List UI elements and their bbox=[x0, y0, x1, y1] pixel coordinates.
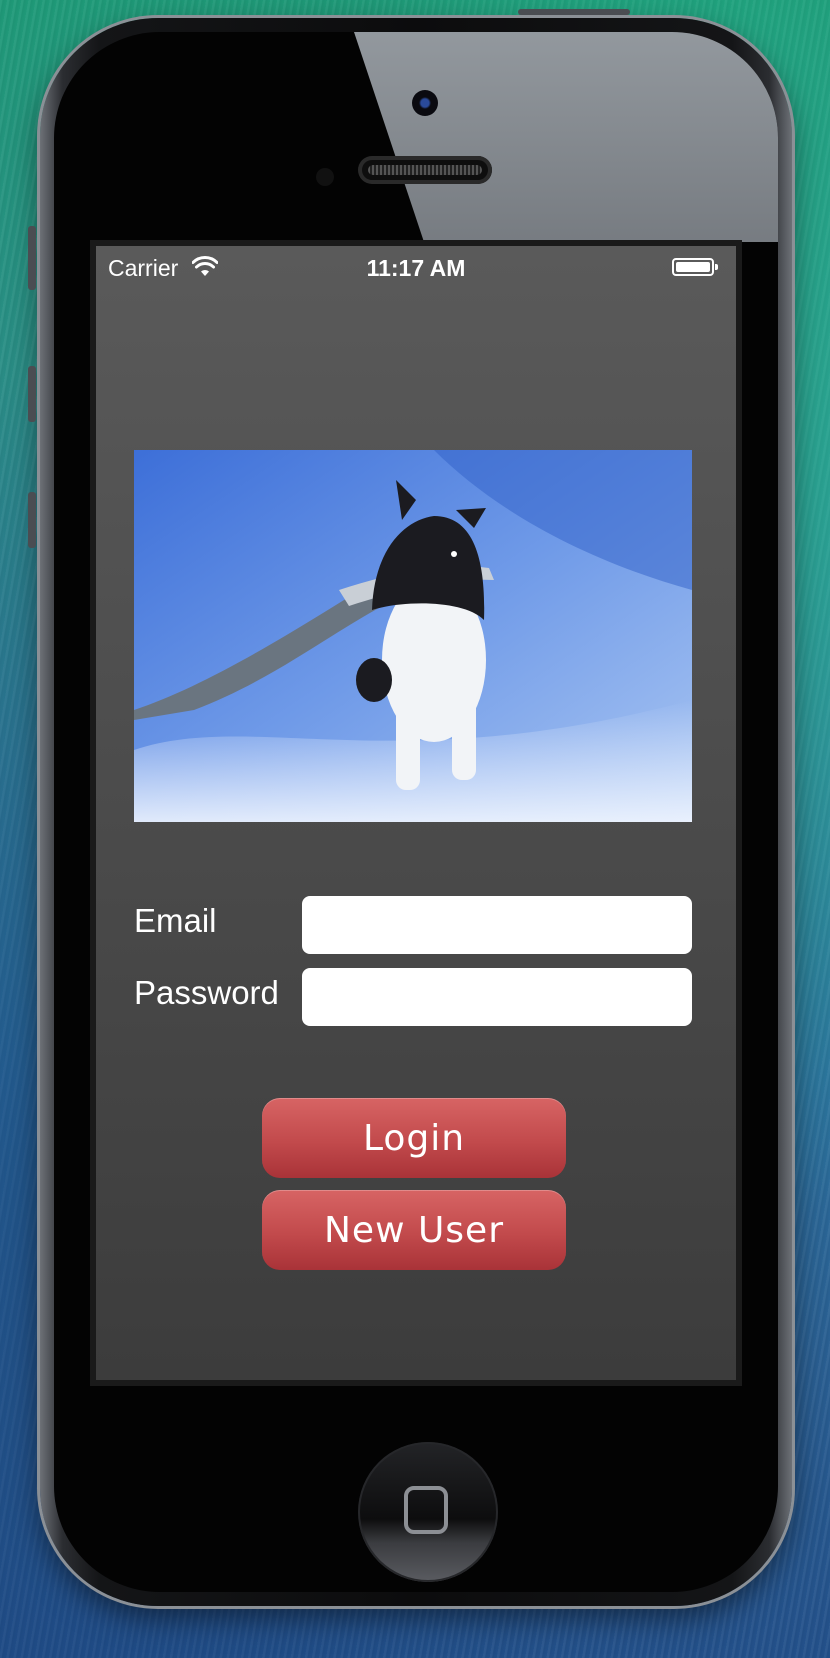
power-button bbox=[518, 9, 630, 15]
home-square-icon bbox=[404, 1486, 448, 1534]
battery-nub bbox=[715, 264, 718, 270]
status-bar: Carrier 11:17 AM bbox=[96, 246, 736, 290]
home-button[interactable] bbox=[358, 1442, 498, 1582]
front-camera-icon bbox=[412, 90, 438, 116]
password-label: Password bbox=[134, 974, 279, 1011]
password-row: Password bbox=[134, 968, 694, 1026]
volume-down-button bbox=[28, 492, 36, 548]
new-user-button[interactable]: New User bbox=[262, 1190, 566, 1270]
proximity-sensor bbox=[316, 168, 334, 186]
app-screen: Carrier 11:17 AM Email Password Login Ne… bbox=[96, 246, 736, 1380]
screen-glare bbox=[354, 32, 778, 242]
dog-photo bbox=[134, 450, 692, 822]
phone-face: Carrier 11:17 AM Email Password Login Ne… bbox=[54, 32, 778, 1592]
password-field[interactable] bbox=[302, 968, 692, 1026]
email-label: Email bbox=[134, 902, 217, 939]
battery-icon bbox=[672, 258, 718, 276]
volume-up-button bbox=[28, 366, 36, 422]
earpiece-speaker bbox=[358, 156, 492, 184]
clock: 11:17 AM bbox=[366, 255, 466, 281]
iphone-frame: Carrier 11:17 AM Email Password Login Ne… bbox=[28, 9, 792, 1606]
login-button[interactable]: Login bbox=[262, 1098, 566, 1178]
email-row: Email bbox=[134, 896, 694, 954]
mute-switch bbox=[28, 226, 36, 290]
battery-fill bbox=[676, 262, 710, 272]
email-field[interactable] bbox=[302, 896, 692, 954]
